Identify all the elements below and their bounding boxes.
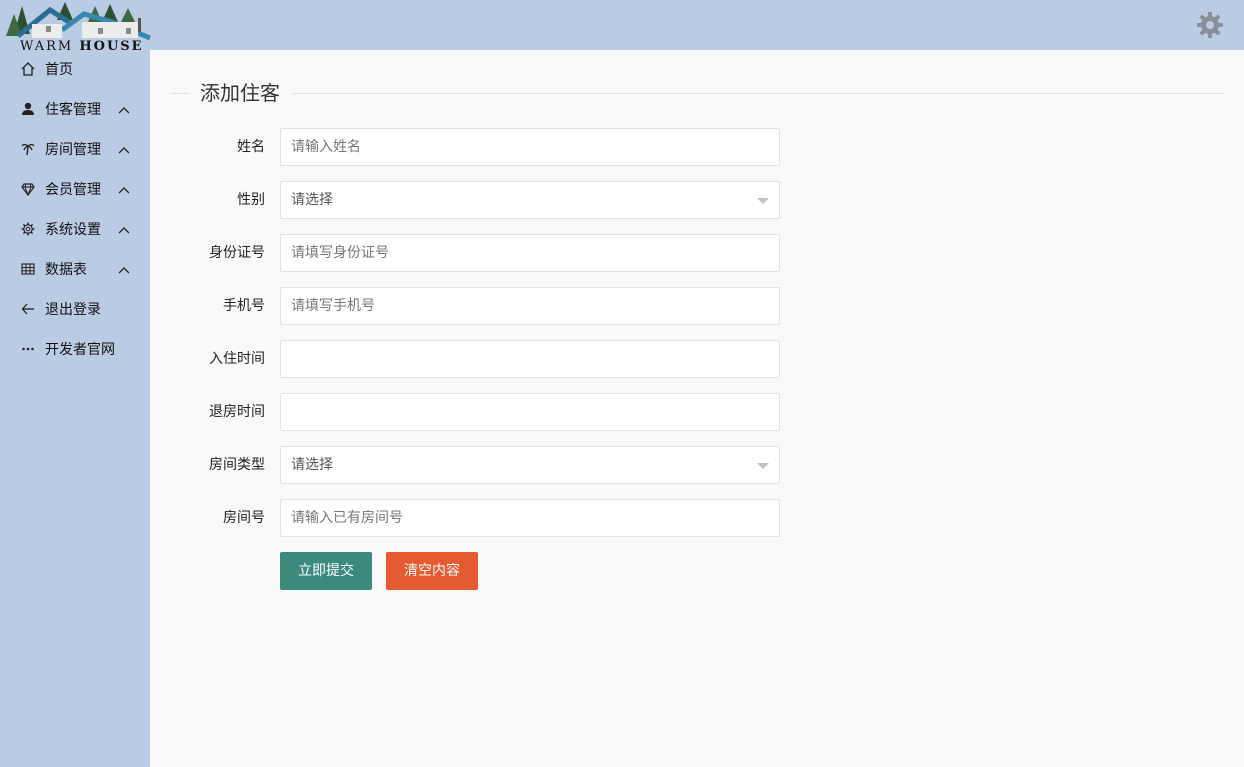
id-number-input[interactable] <box>280 234 780 272</box>
caret-down-icon <box>757 198 769 204</box>
name-input[interactable] <box>280 128 780 166</box>
sidebar-item-label: 数据表 <box>45 262 87 278</box>
name-label: 姓名 <box>237 139 265 155</box>
sidebar-item-logout[interactable]: 退出登录 <box>0 290 150 330</box>
checkout-time-label: 退房时间 <box>209 404 265 420</box>
chevron-up-icon <box>118 227 130 234</box>
room-type-select[interactable]: 请选择 <box>280 446 780 484</box>
form-row-checkout-time: 退房时间 <box>150 393 1244 431</box>
sidebar-item-data-table[interactable]: 数据表 <box>0 250 150 290</box>
chevron-up-icon <box>118 107 130 114</box>
more-icon <box>20 340 36 358</box>
room-number-label: 房间号 <box>223 510 265 526</box>
sidebar-item-member-management[interactable]: 会员管理 <box>0 170 150 210</box>
form-row-room-type: 房间类型 请选择 <box>150 446 1244 484</box>
chevron-up-icon <box>118 147 130 154</box>
sidebar-item-system-settings[interactable]: 系统设置 <box>0 210 150 250</box>
form-row-phone: 手机号 <box>150 287 1244 325</box>
room-type-select-value: 请选择 <box>291 457 333 473</box>
diamond-icon <box>20 180 36 198</box>
gear-icon[interactable] <box>1196 11 1224 39</box>
form-row-room-number: 房间号 <box>150 499 1244 537</box>
home-icon <box>20 60 36 78</box>
sidebar-item-label: 首页 <box>45 62 73 78</box>
checkin-time-label: 入住时间 <box>209 351 265 367</box>
fieldset-divider <box>170 93 190 94</box>
form-row-checkin-time: 入住时间 <box>150 340 1244 378</box>
sidebar-item-label: 会员管理 <box>45 182 101 198</box>
sidebar-item-label: 系统设置 <box>45 222 101 238</box>
arrow-left-icon <box>20 300 36 318</box>
fieldset-divider <box>292 93 1224 94</box>
settings-icon <box>20 220 36 238</box>
sidebar-item-label: 住客管理 <box>45 102 101 118</box>
form-row-gender: 性别 请选择 <box>150 181 1244 219</box>
sidebar-item-developer-site[interactable]: 开发者官网 <box>0 330 150 370</box>
room-number-input[interactable] <box>280 499 780 537</box>
checkout-time-input[interactable] <box>280 393 780 431</box>
gender-select-value: 请选择 <box>291 192 333 208</box>
main-content: 添加住客 姓名 性别 请选择 身份证号 手机号 入住时间 <box>150 50 1244 767</box>
top-header: WARM HOUSE <box>0 0 1244 54</box>
sidebar-nav: 首页 住客管理 房间管理 会员管理 系统设置 数据表 退出登录 开发者官网 <box>0 50 150 767</box>
gender-label: 性别 <box>237 192 265 208</box>
sidebar-item-home[interactable]: 首页 <box>0 50 150 90</box>
reset-button[interactable]: 清空内容 <box>386 552 478 590</box>
checkin-time-input[interactable] <box>280 340 780 378</box>
caret-down-icon <box>757 463 769 469</box>
chevron-up-icon <box>118 187 130 194</box>
palm-tree-icon <box>20 140 36 158</box>
sidebar-item-room-management[interactable]: 房间管理 <box>0 130 150 170</box>
warm-house-logo[interactable]: WARM HOUSE <box>2 0 152 56</box>
gender-select[interactable]: 请选择 <box>280 181 780 219</box>
page-title: 添加住客 <box>200 81 280 105</box>
sidebar-item-label: 开发者官网 <box>45 342 115 358</box>
table-icon <box>20 260 36 278</box>
sidebar-item-label: 房间管理 <box>45 142 101 158</box>
sidebar-item-guest-management[interactable]: 住客管理 <box>0 90 150 130</box>
room-type-label: 房间类型 <box>209 457 265 473</box>
id-number-label: 身份证号 <box>209 245 265 261</box>
form-row-name: 姓名 <box>150 128 1244 166</box>
sidebar-item-label: 退出登录 <box>45 302 101 318</box>
chevron-up-icon <box>118 267 130 274</box>
app-window: WARM HOUSE 首页 住客管理 房间管理 会员管理 系统设置 数据表 退出… <box>0 0 1244 767</box>
phone-label: 手机号 <box>223 298 265 314</box>
form-actions: 立即提交 清空内容 <box>150 552 1244 590</box>
user-icon <box>20 100 36 118</box>
phone-input[interactable] <box>280 287 780 325</box>
form-row-id-number: 身份证号 <box>150 234 1244 272</box>
submit-button[interactable]: 立即提交 <box>280 552 372 590</box>
